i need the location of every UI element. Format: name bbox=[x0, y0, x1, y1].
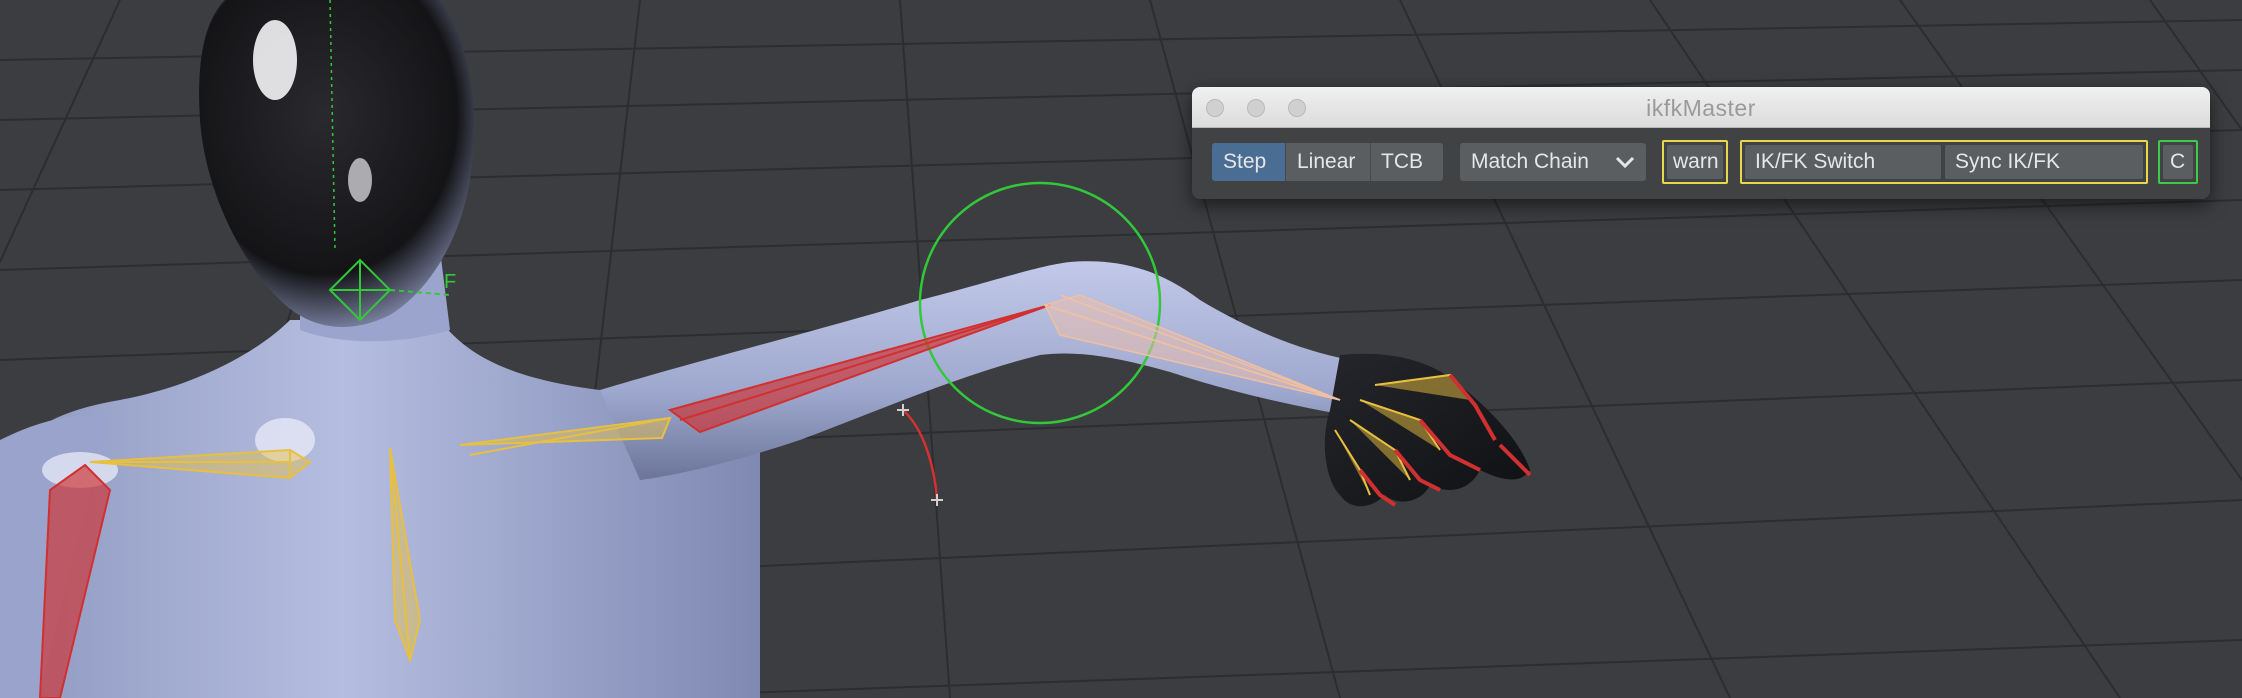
interpolation-mode-group: Step Linear TCB bbox=[1212, 143, 1443, 181]
chin-marker-label: F bbox=[444, 271, 456, 293]
c-frame: C bbox=[2158, 140, 2198, 184]
match-mode-dropdown-value: Match Chain bbox=[1471, 150, 1589, 173]
warn-button[interactable]: warn bbox=[1667, 145, 1723, 179]
title-bar[interactable]: ikfkMaster bbox=[1192, 87, 2210, 128]
linear-mode-button[interactable]: Linear bbox=[1286, 143, 1371, 181]
window-title: ikfkMaster bbox=[1646, 95, 1756, 121]
ikfk-frame: IK/FK Switch Sync IK/FK bbox=[1740, 140, 2148, 184]
match-mode-dropdown[interactable]: Match Chain bbox=[1460, 143, 1646, 181]
toolbar: Step Linear TCB Match Chain warn IK/FK S… bbox=[1192, 128, 2210, 199]
chevron-down-icon bbox=[1615, 156, 1635, 169]
warn-frame: warn bbox=[1662, 140, 1728, 184]
ikfk-master-window[interactable]: ikfkMaster Step Linear TCB Match Chain w… bbox=[1192, 87, 2210, 199]
sync-ikfk-button[interactable]: Sync IK/FK bbox=[1945, 145, 2143, 179]
c-button[interactable]: C bbox=[2163, 145, 2193, 179]
ikfk-switch-button[interactable]: IK/FK Switch bbox=[1745, 145, 1941, 179]
tcb-mode-button[interactable]: TCB bbox=[1371, 143, 1443, 181]
step-mode-button[interactable]: Step bbox=[1212, 143, 1286, 181]
